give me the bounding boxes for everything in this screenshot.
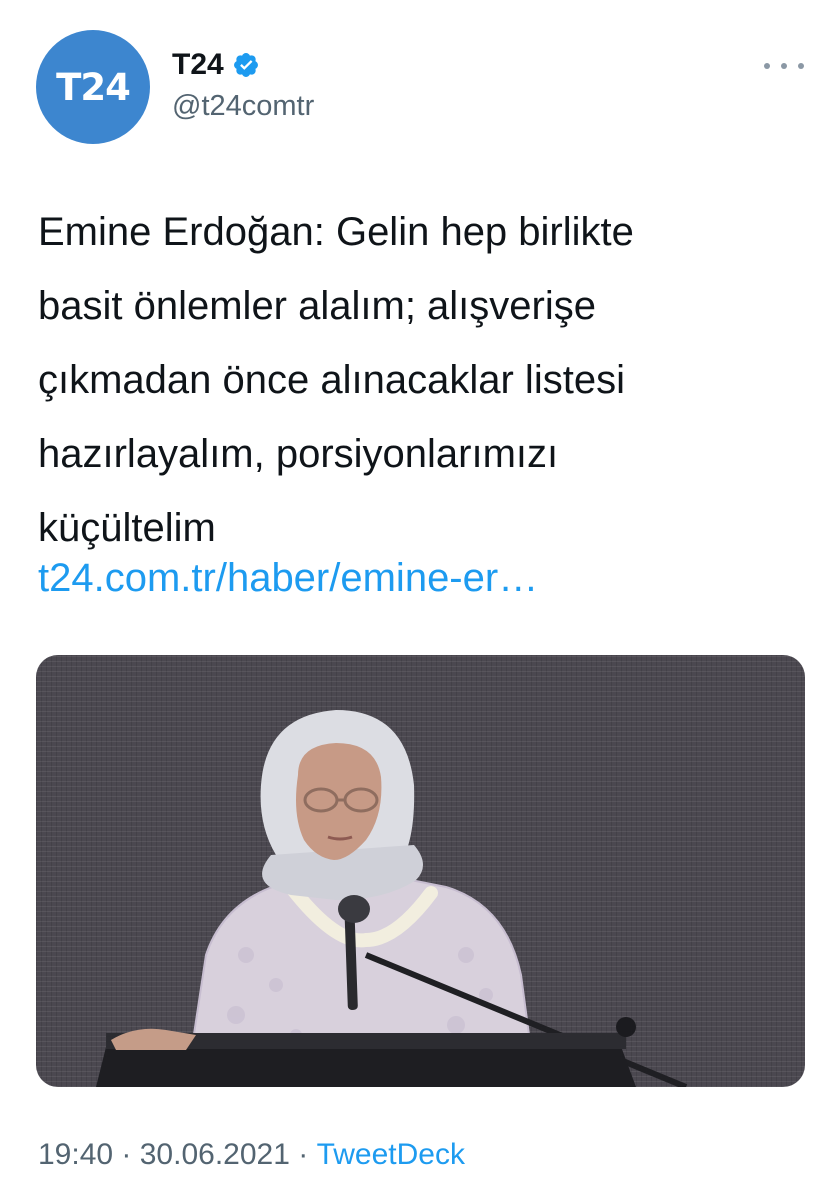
display-name[interactable]: T24 xyxy=(172,48,224,82)
tweet-time[interactable]: 19:40 xyxy=(38,1138,113,1172)
tweet-media-image[interactable] xyxy=(36,655,805,1087)
avatar-logo-text: T24 xyxy=(56,65,131,109)
tweet-date[interactable]: 30.06.2021 xyxy=(140,1138,290,1172)
tweet-source[interactable]: TweetDeck xyxy=(317,1138,465,1172)
meta-separator: · xyxy=(289,1138,317,1171)
author-name-row[interactable]: T24 xyxy=(172,48,260,82)
avatar[interactable]: T24 xyxy=(36,30,150,144)
more-options-icon[interactable] xyxy=(764,56,804,76)
tweet-link[interactable]: t24.com.tr/haber/emine-er… xyxy=(38,550,538,606)
verified-badge-icon xyxy=(232,51,260,79)
author-handle[interactable]: @t24comtr xyxy=(172,90,314,123)
tweet-meta: 19:40 · 30.06.2021 · TweetDeck xyxy=(38,1138,465,1172)
meta-separator: · xyxy=(113,1138,140,1171)
tweet-text: Emine Erdoğan: Gelin hep birlikte basit … xyxy=(38,210,634,550)
photo-speaker-at-podium xyxy=(96,710,688,1087)
tweet-detail: T24 T24 @t24comtr Emine Erdoğan: Gelin h… xyxy=(0,0,840,1200)
